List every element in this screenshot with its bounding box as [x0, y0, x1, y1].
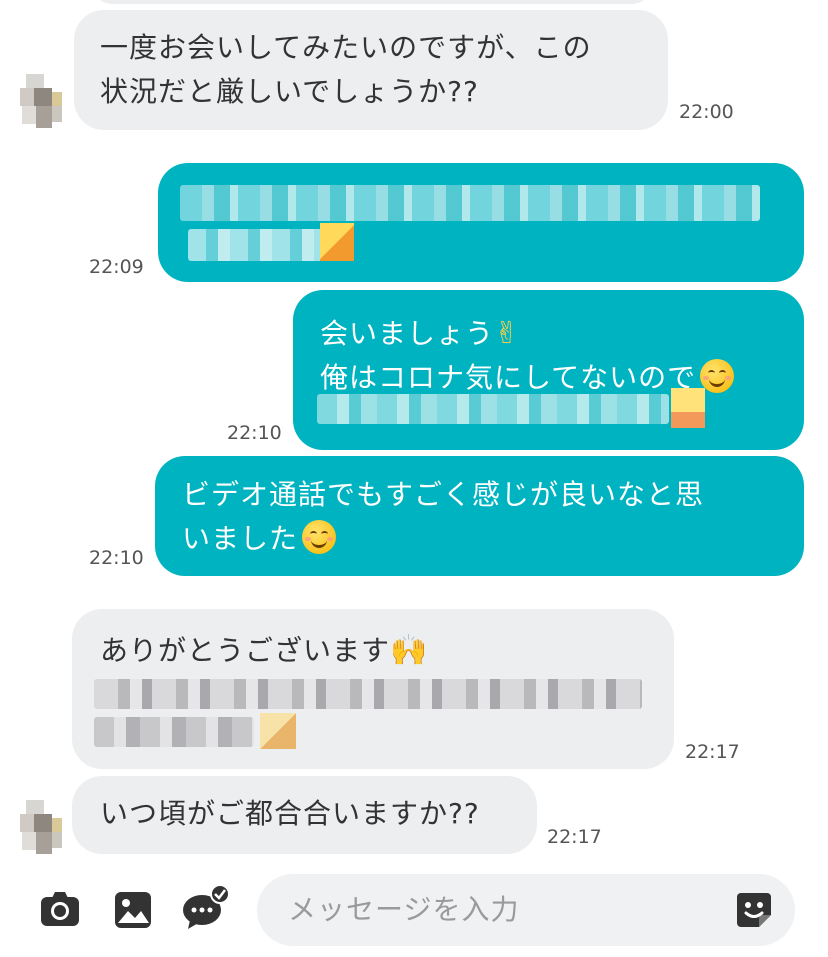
pixelated-text: [94, 679, 642, 709]
victory-hand-icon: ✌: [494, 316, 521, 351]
smiling-face-icon: [302, 520, 337, 554]
message-text-line: いました: [182, 517, 784, 561]
message-text-line: ビデオ通話でもすごく感じが良いなと思: [182, 478, 705, 511]
raising-hands-icon: 🙌: [390, 633, 429, 668]
pixelated-text: [180, 185, 760, 221]
message-composer: メッセージを入力: [0, 868, 828, 957]
contact-avatar[interactable]: [18, 800, 62, 856]
camera-icon[interactable]: [40, 890, 80, 928]
message-input[interactable]: メッセージを入力: [257, 874, 795, 946]
message-timestamp: 22:17: [547, 826, 602, 848]
incoming-message-bubble: 一度お会いしてみたいのですが、この 状況だと厳しいでしょうか??: [74, 10, 668, 130]
message-timestamp: 22:10: [227, 422, 282, 444]
pixelated-emoji: [260, 713, 296, 749]
pixelated-text: [94, 717, 254, 747]
image-icon[interactable]: [114, 891, 152, 929]
message-text-line: 一度お会いしてみたいのですが、この: [100, 31, 592, 64]
outgoing-message-bubble: 会いましょう✌ 俺はコロナ気にしてないので: [293, 290, 804, 450]
message-text-line: ありがとうございます🙌: [100, 629, 654, 673]
message-text-line: いつ頃がご都合合いますか??: [100, 797, 480, 830]
pixelated-emoji: [320, 223, 354, 261]
previous-message-bubble-edge: [92, 0, 652, 4]
outgoing-message-bubble: ビデオ通話でもすごく感じが良いなと思 いました: [155, 456, 804, 576]
incoming-message-bubble: ありがとうございます🙌: [72, 609, 674, 769]
message-input-placeholder: メッセージを入力: [288, 893, 520, 926]
message-text-line: 会いましょう✌: [320, 312, 784, 356]
outgoing-message-bubble: [158, 163, 804, 282]
message-timestamp: 22:17: [685, 741, 740, 763]
pixelated-text: [317, 394, 669, 424]
smiling-face-icon: [700, 359, 735, 393]
chat-check-icon[interactable]: [182, 884, 230, 930]
message-text-line: 状況だと厳しいでしょうか??: [100, 75, 479, 108]
message-timestamp: 22:00: [679, 101, 734, 123]
sticker-icon[interactable]: [735, 891, 773, 929]
pixelated-emoji: [671, 388, 705, 428]
message-timestamp: 22:10: [89, 547, 144, 569]
pixelated-text: [188, 229, 336, 261]
incoming-message-bubble: いつ頃がご都合合いますか??: [72, 776, 537, 854]
contact-avatar[interactable]: [18, 74, 62, 130]
message-timestamp: 22:09: [89, 256, 144, 278]
